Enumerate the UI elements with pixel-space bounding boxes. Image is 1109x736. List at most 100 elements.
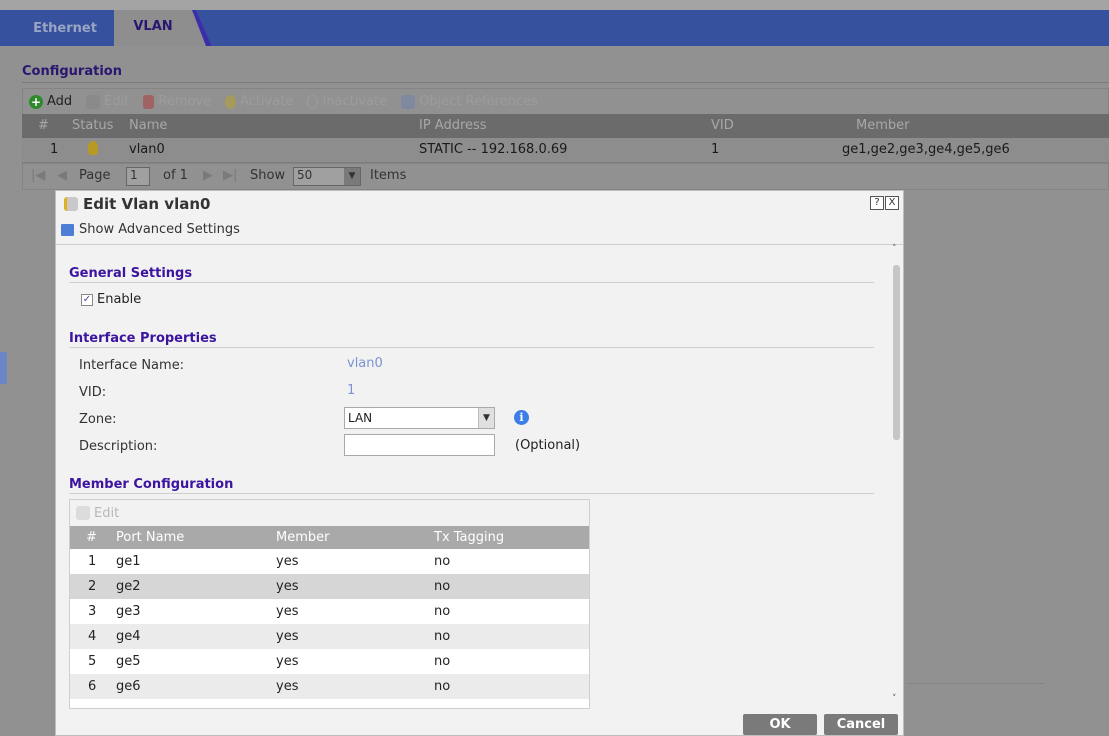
pager: |◀ ◀ Page 1 of 1 ▶ ▶| Show 50 ▼ Items [22, 163, 1109, 190]
edit-vlan-dialog: Edit Vlan vlan0 ? X Show Advanced Settin… [55, 190, 904, 736]
remove-label: Remove [158, 94, 212, 109]
add-icon: + [29, 94, 43, 109]
page-label: Page [79, 168, 111, 183]
divider [22, 82, 1109, 83]
close-button[interactable]: X [885, 196, 899, 210]
add-button[interactable]: + Add [29, 94, 72, 109]
col-member[interactable]: Member [276, 530, 329, 545]
edit-button[interactable]: Edit [86, 94, 129, 109]
zone-label: Zone: [79, 412, 117, 427]
show-advanced-settings-link[interactable]: Show Advanced Settings [61, 222, 240, 237]
description-label: Description: [79, 439, 158, 454]
tab-vlan[interactable]: VLAN [114, 10, 192, 46]
member-cell-port: ge2 [116, 579, 141, 594]
tab-ethernet[interactable]: Ethernet [20, 10, 110, 46]
references-icon [401, 94, 416, 109]
col-status[interactable]: Status [72, 118, 113, 133]
row-ip: STATIC -- 192.168.0.69 [419, 142, 568, 157]
page-input[interactable]: 1 [126, 167, 150, 186]
member-cell-port: ge6 [116, 679, 141, 694]
tab-edge [192, 10, 212, 46]
divider [908, 683, 1043, 684]
activate-button[interactable]: Activate [225, 94, 293, 109]
scroll-up-icon[interactable]: ˄ [892, 244, 897, 254]
divider [69, 347, 874, 348]
page-of: of 1 [163, 168, 188, 183]
section-title-member: Member Configuration [69, 477, 234, 492]
member-cell-member: yes [276, 679, 299, 694]
row-name: vlan0 [129, 142, 165, 157]
member-table: Edit # Port Name Member Tx Tagging 1 ge1 y… [69, 499, 590, 709]
scroll-down-icon[interactable]: ˅ [892, 694, 897, 704]
section-title-interface: Interface Properties [69, 331, 217, 346]
row-num: 1 [50, 142, 59, 157]
prev-page-icon[interactable]: ◀ [57, 168, 67, 183]
col-vid[interactable]: VID [711, 118, 734, 133]
col-member[interactable]: Member [856, 118, 909, 133]
member-cell-num: 3 [88, 604, 97, 619]
cancel-button[interactable]: Cancel [824, 714, 898, 735]
member-edit-button[interactable]: Edit [70, 500, 589, 526]
description-input[interactable] [344, 434, 495, 456]
member-row[interactable]: 1 ge1 yes no [70, 549, 589, 574]
last-page-icon[interactable]: ▶| [223, 168, 237, 183]
remove-button[interactable]: Remove [143, 94, 211, 109]
divider [69, 493, 874, 494]
divider [56, 244, 903, 245]
enable-checkbox[interactable]: ✓ Enable [81, 292, 141, 307]
member-row[interactable]: 5 ge5 yes no [70, 649, 589, 674]
member-row[interactable]: 3 ge3 yes no [70, 599, 589, 624]
table-row[interactable]: 1 vlan0 STATIC -- 192.168.0.69 1 ge1,ge2… [22, 138, 1109, 163]
member-cell-tx: no [434, 629, 451, 644]
member-cell-tx: no [434, 679, 451, 694]
table-icon [61, 223, 74, 236]
divider [69, 282, 874, 283]
info-icon[interactable]: i [514, 410, 529, 425]
per-page-value: 50 [297, 168, 313, 182]
row-member: ge1,ge2,ge3,ge4,ge5,ge6 [842, 142, 1010, 157]
member-row[interactable]: 4 ge4 yes no [70, 624, 589, 649]
checkbox-checked-icon: ✓ [81, 293, 93, 306]
per-page-select[interactable]: 50 ▼ [293, 167, 361, 186]
dialog-controls: ? X [870, 196, 899, 210]
col-ip[interactable]: IP Address [419, 118, 487, 133]
first-page-icon[interactable]: |◀ [31, 168, 45, 183]
section-title-configuration: Configuration [22, 64, 122, 79]
member-row[interactable]: 6 ge6 yes no [70, 674, 589, 699]
col-tx-tagging[interactable]: Tx Tagging [434, 530, 504, 545]
top-strip [0, 0, 1109, 10]
activate-label: Activate [240, 94, 294, 109]
member-cell-member: yes [276, 654, 299, 669]
scrollbar-thumb[interactable] [893, 265, 900, 440]
member-cell-tx: no [434, 604, 451, 619]
interface-name-value: vlan0 [347, 356, 383, 371]
table-header: # Status Name IP Address VID Member [22, 114, 1109, 138]
next-page-icon[interactable]: ▶ [203, 168, 213, 183]
zone-select[interactable]: LAN ▼ [344, 407, 495, 429]
interface-name-label: Interface Name: [79, 358, 185, 373]
lightbulb-off-icon [307, 94, 319, 109]
member-cell-port: ge4 [116, 629, 141, 644]
inactivate-button[interactable]: Inactivate [307, 94, 387, 109]
col-name[interactable]: Name [129, 118, 167, 133]
member-cell-port: ge1 [116, 554, 141, 569]
object-references-label: Object References [419, 94, 538, 109]
help-button[interactable]: ? [870, 196, 884, 210]
member-cell-port: ge5 [116, 654, 141, 669]
object-references-button[interactable]: Object References [401, 94, 538, 109]
col-port-name[interactable]: Port Name [116, 530, 184, 545]
items-label: Items [370, 168, 407, 183]
member-cell-tx: no [434, 654, 451, 669]
member-row[interactable]: 2 ge2 yes no [70, 574, 589, 599]
add-label: Add [47, 94, 73, 109]
enable-label: Enable [97, 292, 142, 307]
chevron-down-icon: ▼ [344, 168, 360, 185]
member-cell-member: yes [276, 629, 299, 644]
col-num: # [38, 118, 49, 133]
ok-button[interactable]: OK [743, 714, 817, 735]
member-edit-label: Edit [94, 505, 120, 521]
member-cell-num: 1 [88, 554, 97, 569]
sidebar-collapse-handle[interactable] [0, 352, 7, 384]
row-vid: 1 [711, 142, 720, 157]
edit-label: Edit [104, 94, 130, 109]
